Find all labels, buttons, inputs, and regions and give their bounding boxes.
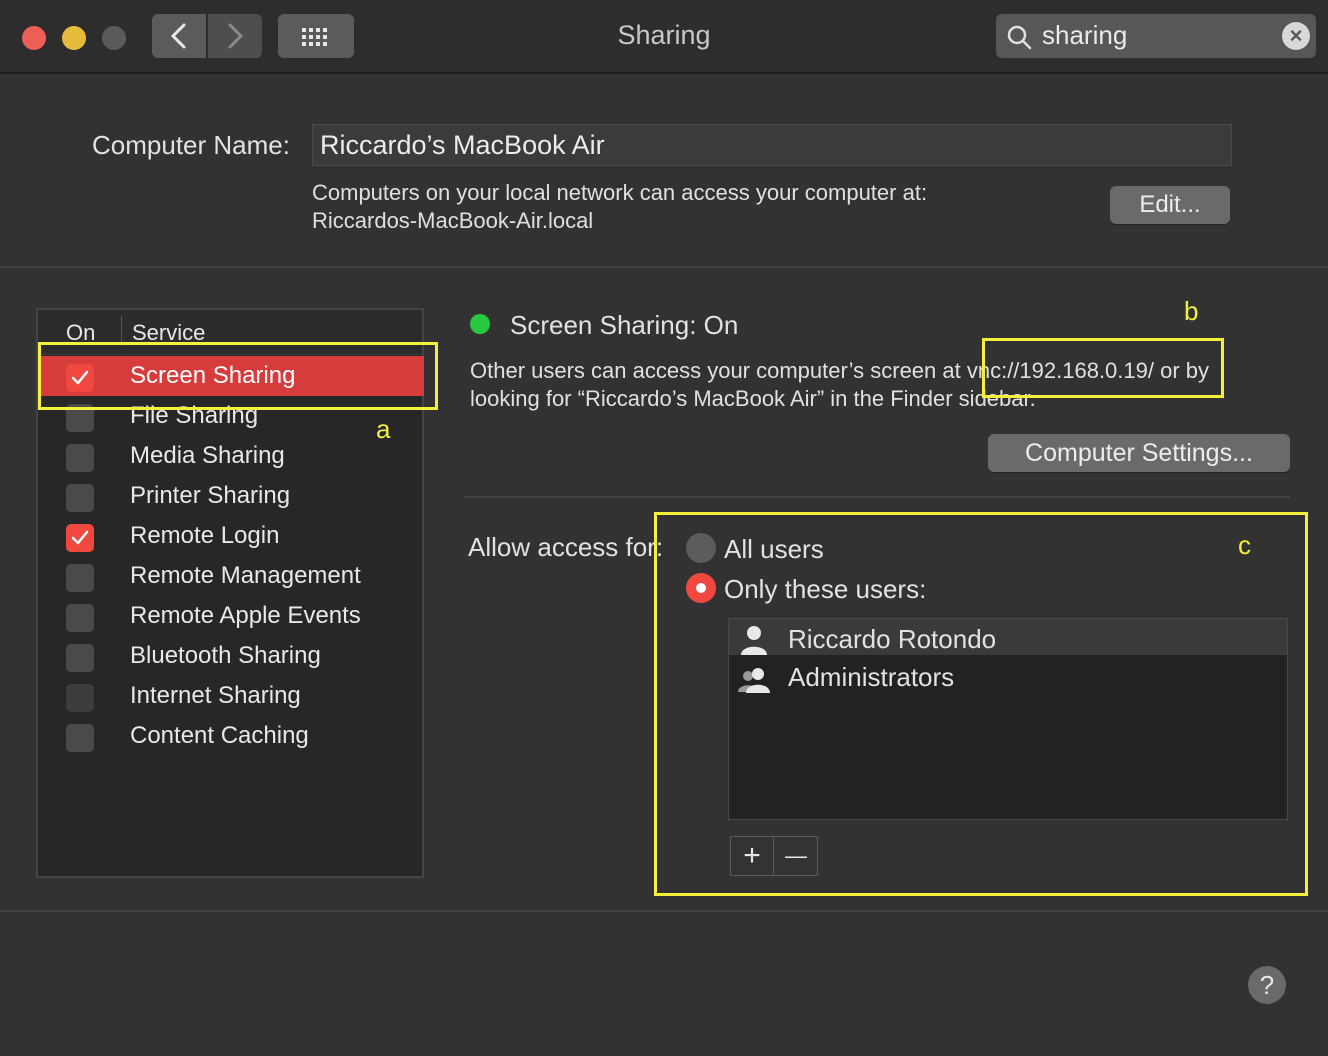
local-address-info: Computers on your local network can acce… <box>312 180 928 205</box>
service-item-remote-login[interactable]: Remote Login <box>130 522 279 550</box>
help-button[interactable]: ? <box>1248 966 1286 1004</box>
service-item-internet-sharing[interactable]: Internet Sharing <box>130 682 301 710</box>
service-status: Screen Sharing: On <box>510 310 739 340</box>
local-hostname: Riccardos-MacBook-Air.local <box>312 208 594 233</box>
service-description-line2: looking for “Riccardo’s MacBook Air” in … <box>470 386 1036 411</box>
annotation-label-a: a <box>376 414 391 444</box>
annotation-box-a <box>38 342 438 410</box>
printer-sharing-checkbox[interactable] <box>66 484 94 512</box>
annotation-label-b: b <box>1184 296 1199 326</box>
annotation-box-b <box>982 338 1224 398</box>
checkmark-icon <box>71 530 89 545</box>
service-item-remote-apple-events[interactable]: Remote Apple Events <box>130 602 361 630</box>
bluetooth-sharing-checkbox[interactable] <box>66 644 94 672</box>
content-caching-checkbox[interactable] <box>66 724 94 752</box>
section-divider <box>0 266 1328 268</box>
service-item-media-sharing[interactable]: Media Sharing <box>130 442 285 470</box>
service-item-remote-management[interactable]: Remote Management <box>130 562 361 590</box>
media-sharing-checkbox[interactable] <box>66 444 94 472</box>
service-item-content-caching[interactable]: Content Caching <box>130 722 309 750</box>
annotation-box-c <box>654 512 1308 896</box>
computer-settings-button[interactable]: Computer Settings... <box>988 434 1290 472</box>
clear-search-icon[interactable]: × <box>1282 22 1310 50</box>
annotation-label-c: c <box>1238 530 1251 560</box>
edit-button[interactable]: Edit... <box>1110 186 1230 224</box>
search-icon <box>1007 25 1032 50</box>
bottom-divider <box>0 910 1328 912</box>
status-indicator <box>470 314 490 334</box>
internet-sharing-checkbox[interactable] <box>66 684 94 712</box>
detail-divider <box>464 496 1290 498</box>
service-item-bluetooth-sharing[interactable]: Bluetooth Sharing <box>130 642 321 670</box>
remote-login-checkbox[interactable] <box>66 524 94 552</box>
remote-apple-events-checkbox[interactable] <box>66 604 94 632</box>
remote-management-checkbox[interactable] <box>66 564 94 592</box>
computer-name-value[interactable]: Riccardo’s MacBook Air <box>320 130 605 161</box>
allow-access-label: Allow access for: <box>468 532 664 562</box>
service-item-printer-sharing[interactable]: Printer Sharing <box>130 482 290 510</box>
computer-name-label: Computer Name: <box>92 130 290 160</box>
search-input[interactable]: sharing <box>1042 20 1127 51</box>
